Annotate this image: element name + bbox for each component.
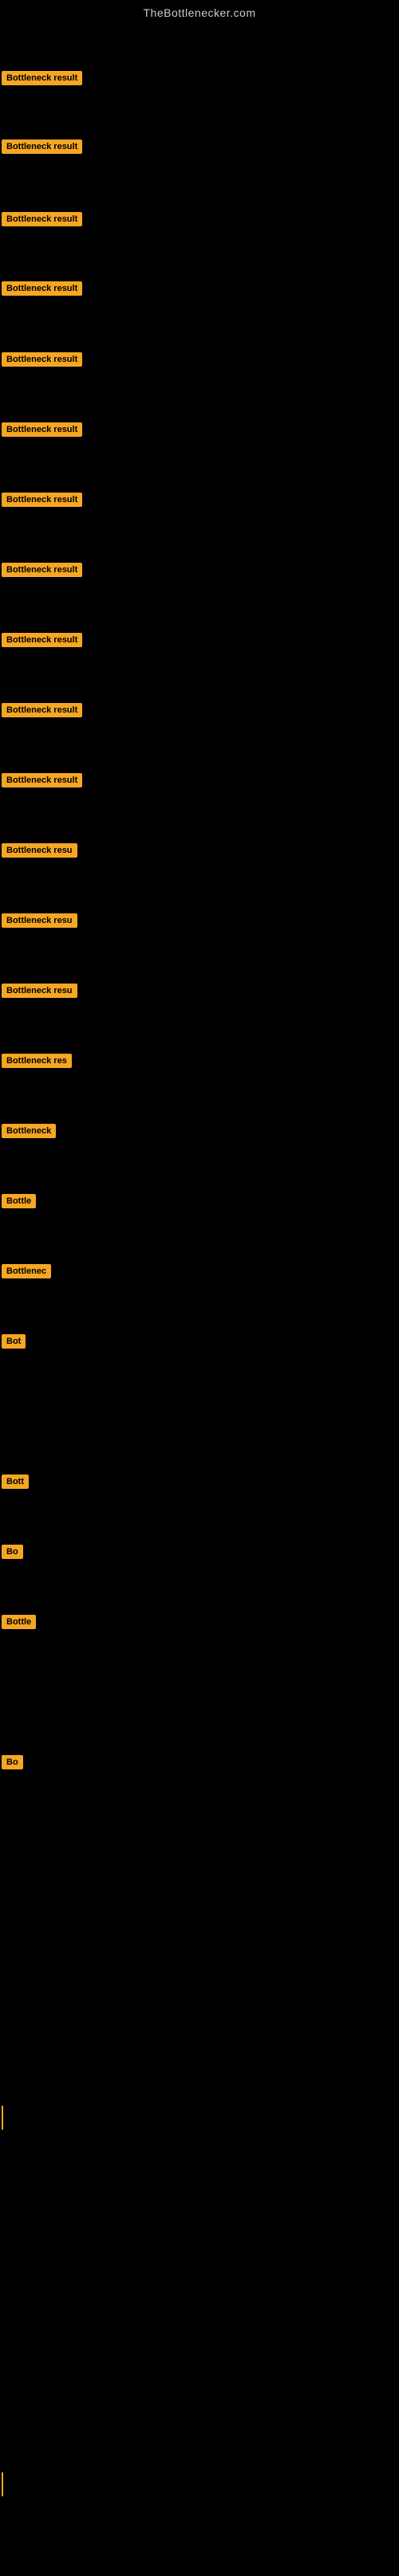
bottleneck-badge: Bottleneck result bbox=[2, 422, 82, 437]
site-title: TheBottlenecker.com bbox=[0, 0, 399, 26]
bottleneck-badge: Bottleneck result bbox=[2, 71, 82, 85]
bottleneck-badge: Bot bbox=[2, 1334, 26, 1349]
bottleneck-badge: Bottleneck result bbox=[2, 703, 82, 717]
bottleneck-badge: Bottleneck result bbox=[2, 773, 82, 787]
bottleneck-badge: Bo bbox=[2, 1755, 23, 1769]
bottleneck-badge: Bo bbox=[2, 1545, 23, 1559]
bottleneck-badge: Bottle bbox=[2, 1615, 36, 1629]
bottleneck-badge: Bottleneck resu bbox=[2, 984, 77, 998]
bottleneck-badge: Bottleneck result bbox=[2, 563, 82, 577]
bottleneck-badge: Bottleneck bbox=[2, 1124, 56, 1138]
bottleneck-badge: Bottlenec bbox=[2, 1264, 51, 1278]
bottleneck-badge: Bottle bbox=[2, 1194, 36, 1208]
vertical-line bbox=[2, 2472, 3, 2496]
bottleneck-badge: Bottleneck res bbox=[2, 1054, 72, 1068]
bottleneck-badge: Bott bbox=[2, 1475, 29, 1489]
vertical-line bbox=[2, 2106, 3, 2130]
bottleneck-badge: Bottleneck resu bbox=[2, 913, 77, 928]
bottleneck-badge: Bottleneck result bbox=[2, 633, 82, 647]
bottleneck-badge: Bottleneck result bbox=[2, 352, 82, 367]
bottleneck-badge: Bottleneck result bbox=[2, 493, 82, 507]
bottleneck-badge: Bottleneck result bbox=[2, 281, 82, 296]
bottleneck-badge: Bottleneck result bbox=[2, 212, 82, 226]
bottleneck-badge: Bottleneck resu bbox=[2, 843, 77, 858]
bottleneck-badge: Bottleneck result bbox=[2, 139, 82, 154]
